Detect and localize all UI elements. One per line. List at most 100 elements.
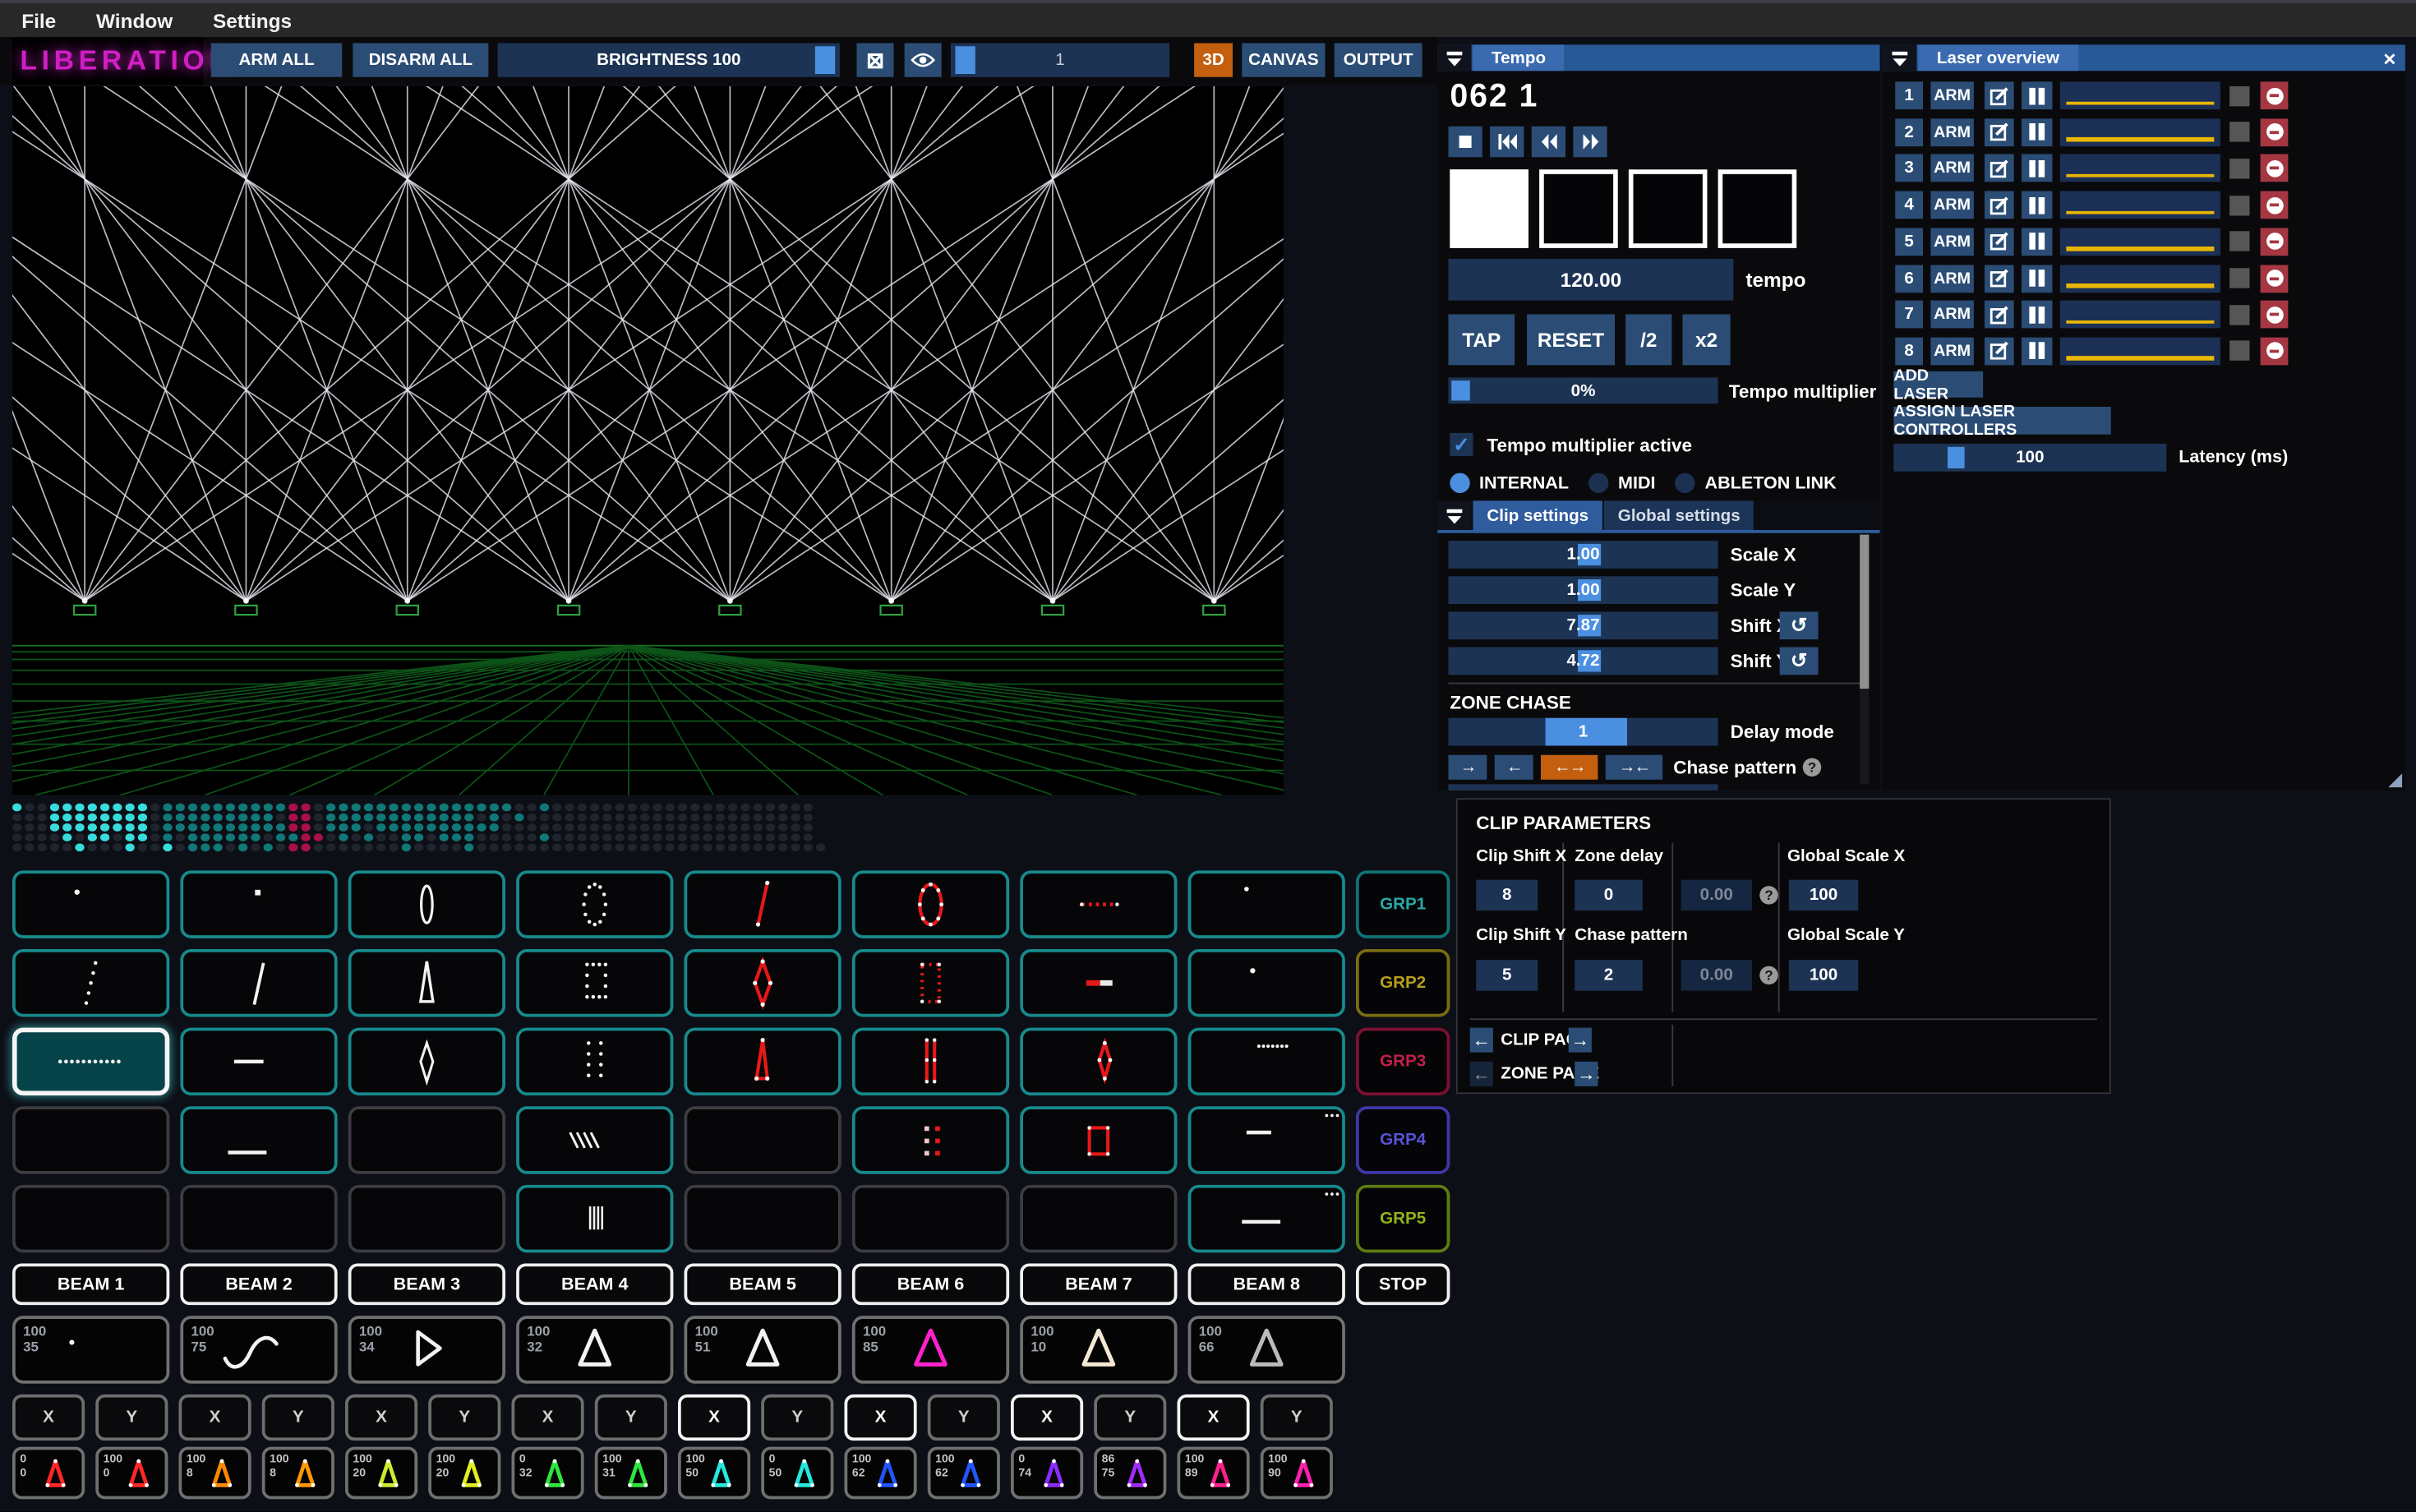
- cue-button-12[interactable]: 10062: [928, 1447, 1000, 1500]
- laser-edit-button[interactable]: [1985, 265, 2014, 293]
- beam-button-6[interactable]: BEAM 6: [852, 1264, 1009, 1306]
- clip-cell[interactable]: [12, 1028, 169, 1096]
- canvas-button[interactable]: CANVAS: [1242, 44, 1325, 77]
- axis-button-x-5[interactable]: X: [678, 1394, 750, 1441]
- laser-arm-button[interactable]: ARM: [1930, 301, 1974, 329]
- preview-visibility-button[interactable]: [905, 44, 942, 77]
- scrollbar[interactable]: [1860, 535, 1869, 785]
- help-icon[interactable]: ?: [1759, 886, 1778, 905]
- axis-button-x-8[interactable]: X: [1178, 1394, 1250, 1441]
- output-button[interactable]: OUTPUT: [1335, 44, 1422, 77]
- cue-button-10[interactable]: 050: [761, 1447, 833, 1500]
- cue-button-6[interactable]: 10020: [428, 1447, 500, 1500]
- sync-option[interactable]: MIDI: [1588, 473, 1655, 493]
- sync-option[interactable]: INTERNAL: [1450, 473, 1569, 493]
- clip-cell[interactable]: [348, 870, 505, 938]
- beam-button-3[interactable]: BEAM 3: [348, 1264, 505, 1306]
- panel-filter-icon[interactable]: [1437, 500, 1471, 530]
- beam-button-2[interactable]: BEAM 2: [180, 1264, 337, 1306]
- cue-button-3[interactable]: 1008: [179, 1447, 251, 1500]
- cue-button-2[interactable]: 1000: [95, 1447, 168, 1500]
- cue-button-13[interactable]: 074: [1011, 1447, 1083, 1500]
- cue-button-8[interactable]: 10031: [595, 1447, 667, 1500]
- chase-pattern-left[interactable]: ←: [1495, 755, 1533, 780]
- axis-button-y-3[interactable]: Y: [428, 1394, 500, 1441]
- beam-preview-5[interactable]: 10051: [685, 1316, 841, 1384]
- tempo-panel-titlebar[interactable]: Tempo: [1437, 44, 1879, 71]
- clip-cell[interactable]: [1020, 1028, 1177, 1096]
- laser-remove-button[interactable]: [2261, 191, 2289, 219]
- clip-cell[interactable]: [180, 870, 337, 938]
- clip-cell[interactable]: [685, 870, 841, 938]
- beam-preview-7[interactable]: 10010: [1020, 1316, 1177, 1384]
- laser-edit-button[interactable]: [1985, 337, 2014, 365]
- menu-file[interactable]: File: [21, 8, 56, 31]
- panel-filter-icon[interactable]: [1883, 44, 1916, 71]
- axis-button-x-1[interactable]: X: [12, 1394, 85, 1441]
- tempo-button-x2[interactable]: x2: [1683, 315, 1731, 366]
- global-scale-y-input[interactable]: 100: [1789, 960, 1858, 991]
- zone-page-next-button[interactable]: →: [1575, 1062, 1598, 1086]
- laser-remove-button[interactable]: [2261, 337, 2289, 365]
- axis-button-y-7[interactable]: Y: [1094, 1394, 1166, 1441]
- clip-cell[interactable]: [852, 1185, 1009, 1253]
- reset-button[interactable]: ↺: [1780, 648, 1819, 675]
- beam-button-4[interactable]: BEAM 4: [516, 1264, 673, 1306]
- tempo-button-tap[interactable]: TAP: [1449, 315, 1515, 366]
- cue-button-14[interactable]: 8675: [1094, 1447, 1166, 1500]
- sync-option[interactable]: ABLETON LINK: [1676, 473, 1837, 493]
- tab-global-settings[interactable]: Global settings: [1604, 500, 1754, 530]
- clip-cell[interactable]: [1020, 1185, 1177, 1253]
- tempo-multiplier-active-checkbox[interactable]: ✓: [1450, 433, 1473, 456]
- slider-scale-x[interactable]: 1.00: [1449, 541, 1718, 569]
- laser-number[interactable]: 7: [1895, 301, 1923, 329]
- tempo-multiplier-slider[interactable]: 0%: [1449, 377, 1718, 403]
- laser-number[interactable]: 8: [1895, 337, 1923, 365]
- laser-edit-button[interactable]: [1985, 191, 2014, 219]
- brightness-slider-handle[interactable]: [815, 46, 835, 74]
- clip-cell[interactable]: [348, 949, 505, 1017]
- clip-cell[interactable]: [180, 1185, 337, 1253]
- axis-button-x-2[interactable]: X: [179, 1394, 251, 1441]
- clip-cell[interactable]: [852, 1106, 1009, 1174]
- laser-edit-button[interactable]: [1985, 81, 2014, 109]
- clip-cell[interactable]: [516, 1106, 673, 1174]
- laser-number[interactable]: 3: [1895, 154, 1923, 182]
- clip-cell[interactable]: [348, 1185, 505, 1253]
- laser-arm-button[interactable]: ARM: [1930, 228, 1974, 256]
- beam-preview-4[interactable]: 10032: [516, 1316, 673, 1384]
- clip-shift-x-input[interactable]: 8: [1476, 880, 1538, 911]
- clip-cell[interactable]: [1020, 1106, 1177, 1174]
- fast-forward-button[interactable]: [1573, 127, 1607, 158]
- clip-cell[interactable]: [1188, 1106, 1345, 1174]
- beam-button-7[interactable]: BEAM 7: [1020, 1264, 1177, 1306]
- clip-cell[interactable]: [12, 1185, 169, 1253]
- laser-arm-button[interactable]: ARM: [1930, 154, 1974, 182]
- radio-icon[interactable]: [1588, 473, 1608, 493]
- laser-remove-button[interactable]: [2261, 81, 2289, 109]
- laser-edit-button[interactable]: [1985, 154, 2014, 182]
- rewind-button[interactable]: [1532, 127, 1565, 158]
- laser-3d-preview[interactable]: [12, 86, 1284, 795]
- tempo-multiplier-handle[interactable]: [1451, 380, 1470, 400]
- laser-number[interactable]: 5: [1895, 228, 1923, 256]
- cue-button-16[interactable]: 10090: [1261, 1447, 1333, 1500]
- clip-cell[interactable]: [516, 949, 673, 1017]
- clip-cell[interactable]: [1188, 1028, 1345, 1096]
- clip-cell[interactable]: [12, 1106, 169, 1174]
- view-scale-handle[interactable]: [956, 46, 975, 74]
- laser-number[interactable]: 4: [1895, 191, 1923, 219]
- delay-mode-slider[interactable]: 1: [1449, 718, 1718, 746]
- group-button-grp3[interactable]: GRP3: [1356, 1028, 1450, 1096]
- clip-cell[interactable]: [348, 1106, 505, 1174]
- tempo-tab[interactable]: Tempo: [1473, 44, 1565, 71]
- clip-cell[interactable]: [180, 1028, 337, 1096]
- clip-cell[interactable]: [516, 1185, 673, 1253]
- laser-remove-button[interactable]: [2261, 154, 2289, 182]
- laser-pause-button[interactable]: [2022, 337, 2053, 365]
- assign-laser-controllers-button[interactable]: ASSIGN LASER CONTROLLERS: [1893, 407, 2110, 435]
- stop-button[interactable]: [1449, 127, 1482, 158]
- beam-preview-3[interactable]: 10034: [348, 1316, 505, 1384]
- laser-remove-button[interactable]: [2261, 265, 2289, 293]
- laser-number[interactable]: 1: [1895, 81, 1923, 109]
